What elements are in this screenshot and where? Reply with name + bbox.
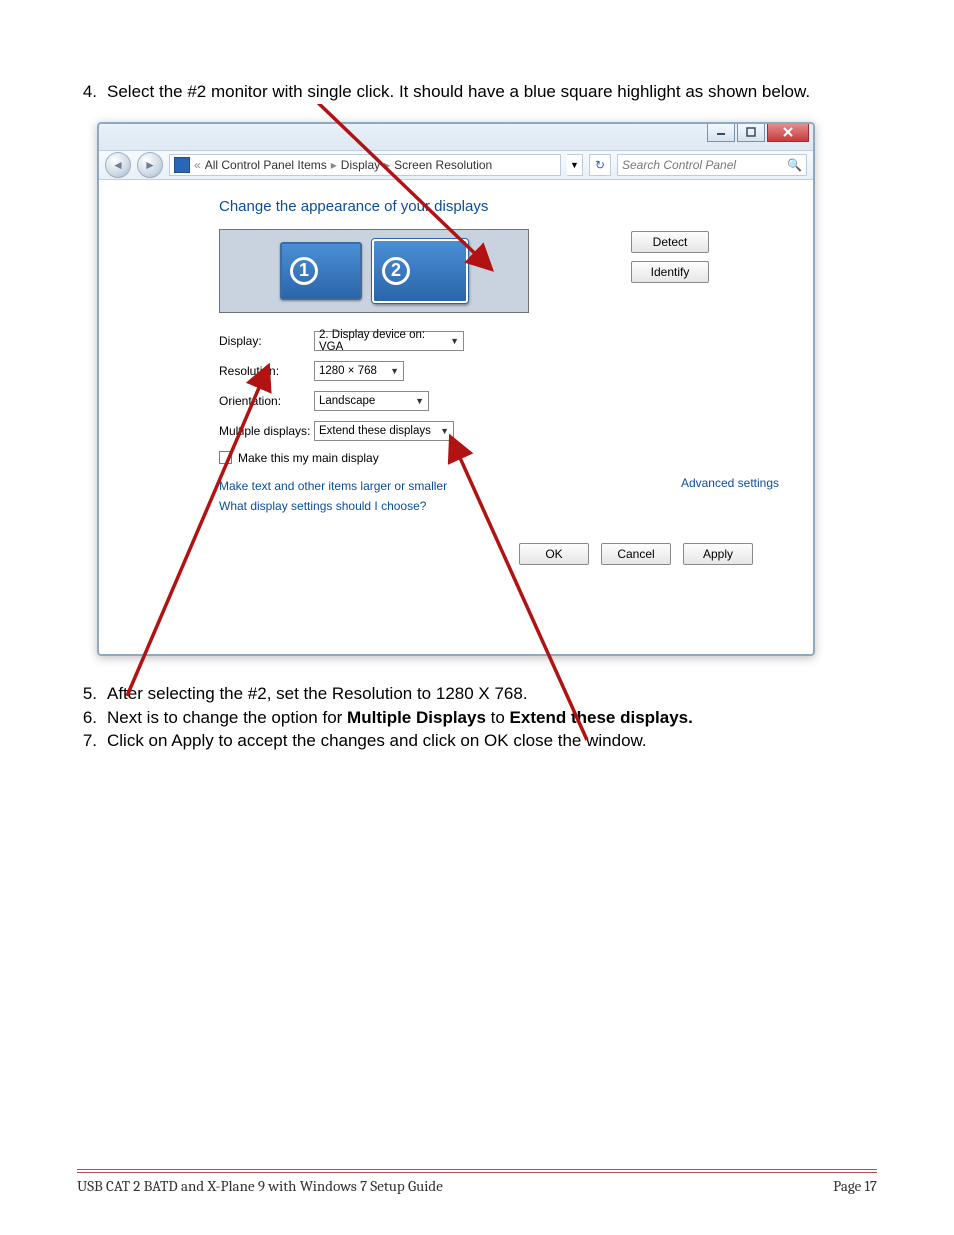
resolution-value: 1280 × 768 (319, 365, 377, 377)
refresh-icon: ↻ (595, 158, 605, 172)
main-display-checkbox[interactable]: Make this my main display (219, 451, 789, 465)
address-dropdown[interactable]: ▼ (567, 154, 583, 176)
arrow-left-icon: ◄ (112, 158, 124, 172)
display-label: Display: (219, 334, 314, 348)
step-number: 5. (77, 682, 107, 706)
advanced-settings-link[interactable]: Advanced settings (681, 476, 779, 490)
orientation-label: Orientation: (219, 394, 314, 408)
step-text: Click on Apply to accept the changes and… (107, 729, 877, 753)
which-settings-link[interactable]: What display settings should I choose? (219, 499, 789, 513)
chevron-down-icon: ▼ (570, 160, 579, 170)
chevron-down-icon: ▼ (390, 366, 399, 376)
step-4: 4. Select the #2 monitor with single cli… (77, 80, 877, 104)
control-panel-icon (174, 157, 190, 173)
step-text: Next is to change the option for Multipl… (107, 706, 877, 730)
checkbox-label: Make this my main display (238, 451, 379, 465)
step-number: 4. (77, 80, 107, 104)
ok-button[interactable]: OK (519, 543, 589, 565)
multiple-displays-label: Multiple displays: (219, 424, 314, 438)
display-select[interactable]: 2. Display device on: VGA ▼ (314, 331, 464, 351)
checkbox-icon (219, 451, 232, 464)
footer-title: USB CAT 2 BATD and X-Plane 9 with Window… (77, 1177, 443, 1195)
multiple-displays-value: Extend these displays (319, 425, 431, 437)
page-footer: USB CAT 2 BATD and X-Plane 9 with Window… (77, 1177, 877, 1195)
breadcrumb-level-1[interactable]: All Control Panel Items (205, 158, 327, 172)
search-icon: 🔍 (787, 158, 802, 172)
orientation-select[interactable]: Landscape ▼ (314, 391, 429, 411)
window-titlebar (99, 124, 813, 150)
footer-page: Page 17 (833, 1177, 877, 1195)
multiple-displays-select[interactable]: Extend these displays ▼ (314, 421, 454, 441)
monitor-2-number: 2 (382, 257, 410, 285)
resolution-select[interactable]: 1280 × 768 ▼ (314, 361, 404, 381)
orientation-value: Landscape (319, 395, 375, 407)
footer-rule (77, 1169, 877, 1173)
display-value: 2. Display device on: VGA (319, 329, 450, 353)
page-title: Change the appearance of your displays (219, 198, 789, 215)
monitor-1[interactable]: 1 (280, 242, 362, 300)
detect-button[interactable]: Detect (631, 231, 709, 253)
step-text: Select the #2 monitor with single click.… (107, 80, 877, 104)
display-preview: 1 2 (219, 229, 529, 313)
resolution-label: Resolution: (219, 364, 314, 378)
screen-resolution-window: ◄ ► « All Control Panel Items ▸ Display … (97, 122, 815, 656)
step-6: 6. Next is to change the option for Mult… (77, 706, 877, 730)
chevron-down-icon: ▼ (450, 336, 459, 346)
step-7: 7. Click on Apply to accept the changes … (77, 729, 877, 753)
chevron-down-icon: ▼ (440, 426, 449, 436)
search-placeholder: Search Control Panel (622, 158, 736, 172)
step-number: 6. (77, 706, 107, 730)
back-button[interactable]: ◄ (105, 152, 131, 178)
navigation-bar: ◄ ► « All Control Panel Items ▸ Display … (99, 150, 813, 180)
apply-button[interactable]: Apply (683, 543, 753, 565)
step-list-continued: 5. After selecting the #2, set the Resol… (77, 682, 877, 753)
breadcrumb-level-2[interactable]: Display (341, 158, 380, 172)
forward-button[interactable]: ► (137, 152, 163, 178)
step-number: 7. (77, 729, 107, 753)
refresh-button[interactable]: ↻ (589, 154, 611, 176)
step-5: 5. After selecting the #2, set the Resol… (77, 682, 877, 706)
breadcrumb[interactable]: « All Control Panel Items ▸ Display ▸ Sc… (169, 154, 561, 176)
monitor-1-number: 1 (290, 257, 318, 285)
step-text: After selecting the #2, set the Resoluti… (107, 682, 877, 706)
maximize-button[interactable] (737, 124, 765, 142)
identify-button[interactable]: Identify (631, 261, 709, 283)
breadcrumb-level-3[interactable]: Screen Resolution (394, 158, 492, 172)
cancel-button[interactable]: Cancel (601, 543, 671, 565)
step-list: 4. Select the #2 monitor with single cli… (77, 80, 877, 104)
chevron-down-icon: ▼ (415, 396, 424, 406)
close-button[interactable] (767, 124, 809, 142)
monitor-2[interactable]: 2 (372, 239, 468, 303)
breadcrumb-sep: « (194, 158, 201, 172)
minimize-button[interactable] (707, 124, 735, 142)
search-input[interactable]: Search Control Panel 🔍 (617, 154, 807, 176)
arrow-right-icon: ► (144, 158, 156, 172)
